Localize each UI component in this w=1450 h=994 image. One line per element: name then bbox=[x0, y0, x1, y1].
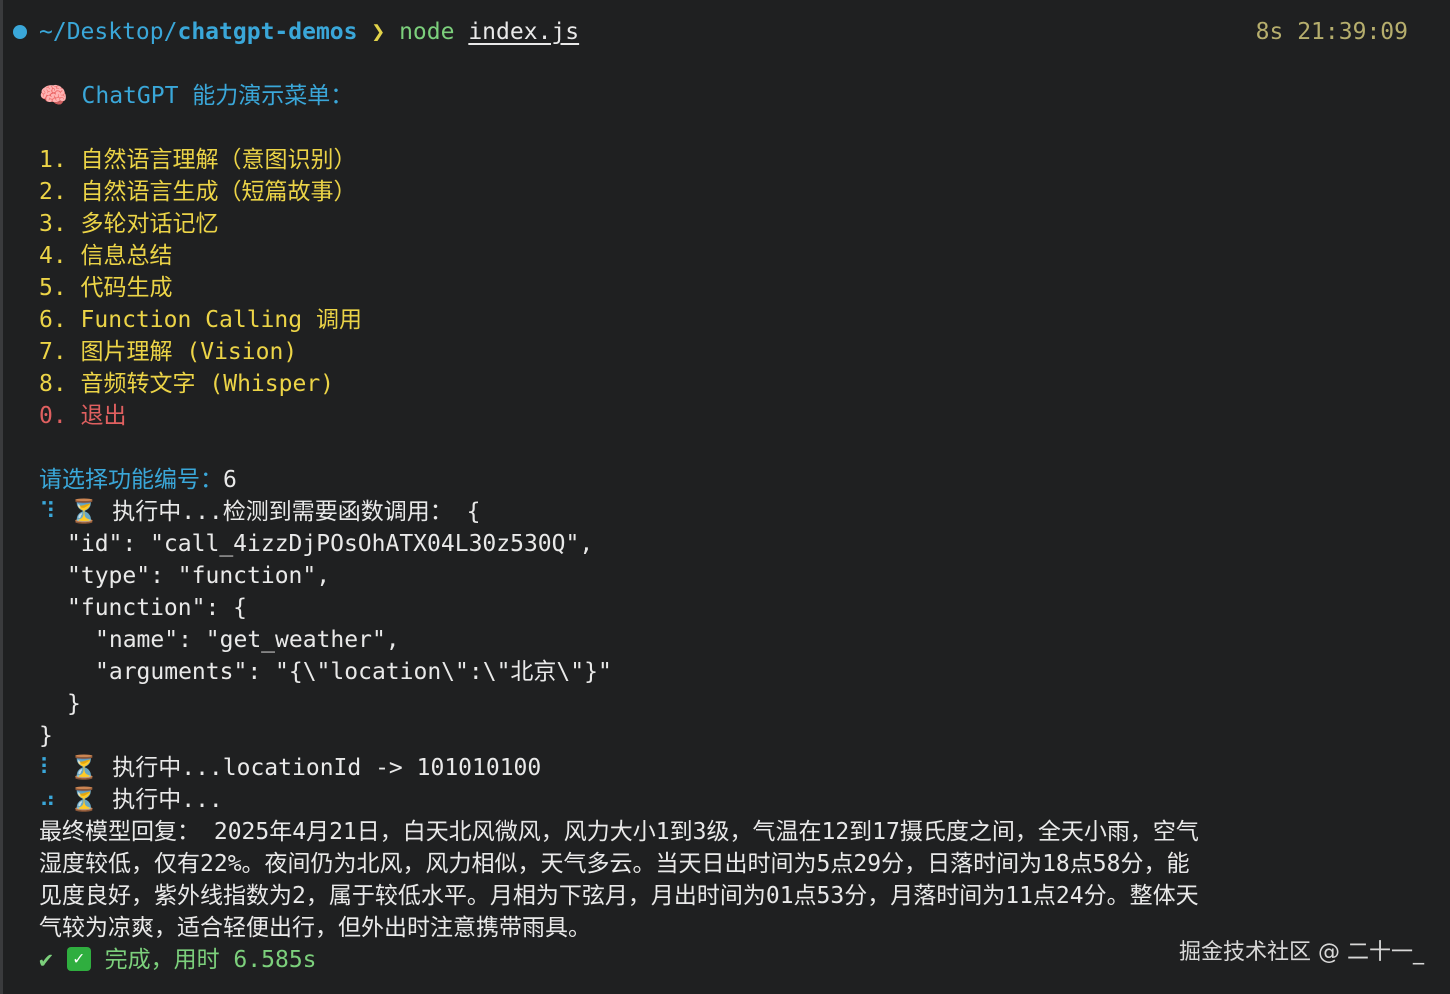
prompt-arrow: ❯ bbox=[371, 19, 386, 45]
json-line: "function": { bbox=[67, 595, 248, 621]
prompt-path-dir: chatgpt-demos bbox=[177, 19, 358, 45]
terminal-window: ~/Desktop/chatgpt-demos ❯ node index.js … bbox=[0, 0, 1450, 994]
prompt-timer: 8s 21:39:09 bbox=[1255, 19, 1408, 45]
spinner-icon: ⠹ bbox=[39, 499, 56, 525]
menu-item-8: 8. 音频转文字 (Whisper) bbox=[39, 371, 335, 397]
menu-item-4: 4. 信息总结 bbox=[39, 243, 173, 269]
prompt-line: ~/Desktop/chatgpt-demos ❯ node index.js bbox=[39, 16, 579, 48]
final-reply-line: 湿度较低，仅有22%。夜间仍为北风，风力相似，天气多云。当天日出时间为5点29分… bbox=[39, 851, 1190, 877]
exec-text-2: 执行中...locationId -> 101010100 bbox=[112, 755, 542, 781]
hourglass-icon: ⏳ bbox=[69, 755, 99, 781]
menu-item-1: 1. 自然语言理解（意图识别） bbox=[39, 147, 357, 173]
json-line: "name": "get_weather", bbox=[95, 627, 400, 653]
prompt-status-dot bbox=[13, 25, 27, 39]
completion-text: 完成，用时 6.585s bbox=[104, 947, 317, 973]
json-line: } bbox=[39, 723, 53, 749]
menu-item-6: 6. Function Calling 调用 bbox=[39, 307, 362, 333]
prompt-argument: index.js bbox=[468, 19, 580, 45]
json-line: } bbox=[67, 691, 81, 717]
completion-line: ✔ ✓ 完成，用时 6.585s bbox=[39, 944, 317, 976]
exec-text-3: 执行中... bbox=[112, 787, 223, 813]
brain-icon: 🧠 bbox=[39, 83, 68, 109]
menu-title: ChatGPT 能力演示菜单： bbox=[81, 83, 354, 109]
exec-line-1: ⠹ ⏳ 执行中...检测到需要函数调用： { bbox=[39, 496, 480, 528]
spinner-icon: ⠴ bbox=[39, 787, 56, 813]
prompt-command: node bbox=[399, 19, 455, 45]
menu-item-7: 7. 图片理解 (Vision) bbox=[39, 339, 298, 365]
json-line: "arguments": "{\"location\":\"北京\"}" bbox=[95, 659, 612, 685]
json-line: "id": "call_4izzDjPOsOhATX04L30z530Q", bbox=[67, 531, 594, 557]
final-reply-line: 气较为凉爽，适合轻便出行，但外出时注意携带雨具。 bbox=[39, 915, 591, 941]
menu-item-exit: 0. 退出 bbox=[39, 403, 127, 429]
input-line[interactable]: 请选择功能编号：6 bbox=[39, 464, 237, 496]
exec-text-1: 执行中...检测到需要函数调用： { bbox=[112, 499, 481, 525]
menu-item-3: 3. 多轮对话记忆 bbox=[39, 211, 219, 237]
final-reply-line: 最终模型回复： 2025年4月21日，白天北风微风，风力大小1到3级，气温在12… bbox=[39, 819, 1199, 845]
check-box-icon: ✓ bbox=[66, 946, 91, 971]
tick-icon: ✔ bbox=[39, 947, 53, 973]
watermark: 掘金技术社区 @ 二十一_ bbox=[1179, 940, 1424, 965]
json-line: "type": "function", bbox=[67, 563, 331, 589]
prompt-path-prefix: ~/Desktop/ bbox=[39, 19, 178, 45]
menu-item-5: 5. 代码生成 bbox=[39, 275, 173, 301]
menu-title-line: 🧠 ChatGPT 能力演示菜单： bbox=[39, 80, 353, 112]
spinner-icon: ⠇ bbox=[39, 755, 56, 781]
hourglass-icon: ⏳ bbox=[69, 787, 99, 813]
input-label: 请选择功能编号： bbox=[39, 467, 223, 493]
exec-line-2: ⠇ ⏳ 执行中...locationId -> 101010100 bbox=[39, 752, 541, 784]
final-reply-line: 见度良好，紫外线指数为2，属于较低水平。月相为下弦月，月出时间为01点53分，月… bbox=[39, 883, 1199, 909]
menu-item-2: 2. 自然语言生成（短篇故事） bbox=[39, 179, 357, 205]
exec-line-3: ⠴ ⏳ 执行中... bbox=[39, 784, 223, 816]
hourglass-icon: ⏳ bbox=[69, 499, 99, 525]
input-value[interactable]: 6 bbox=[223, 467, 237, 493]
